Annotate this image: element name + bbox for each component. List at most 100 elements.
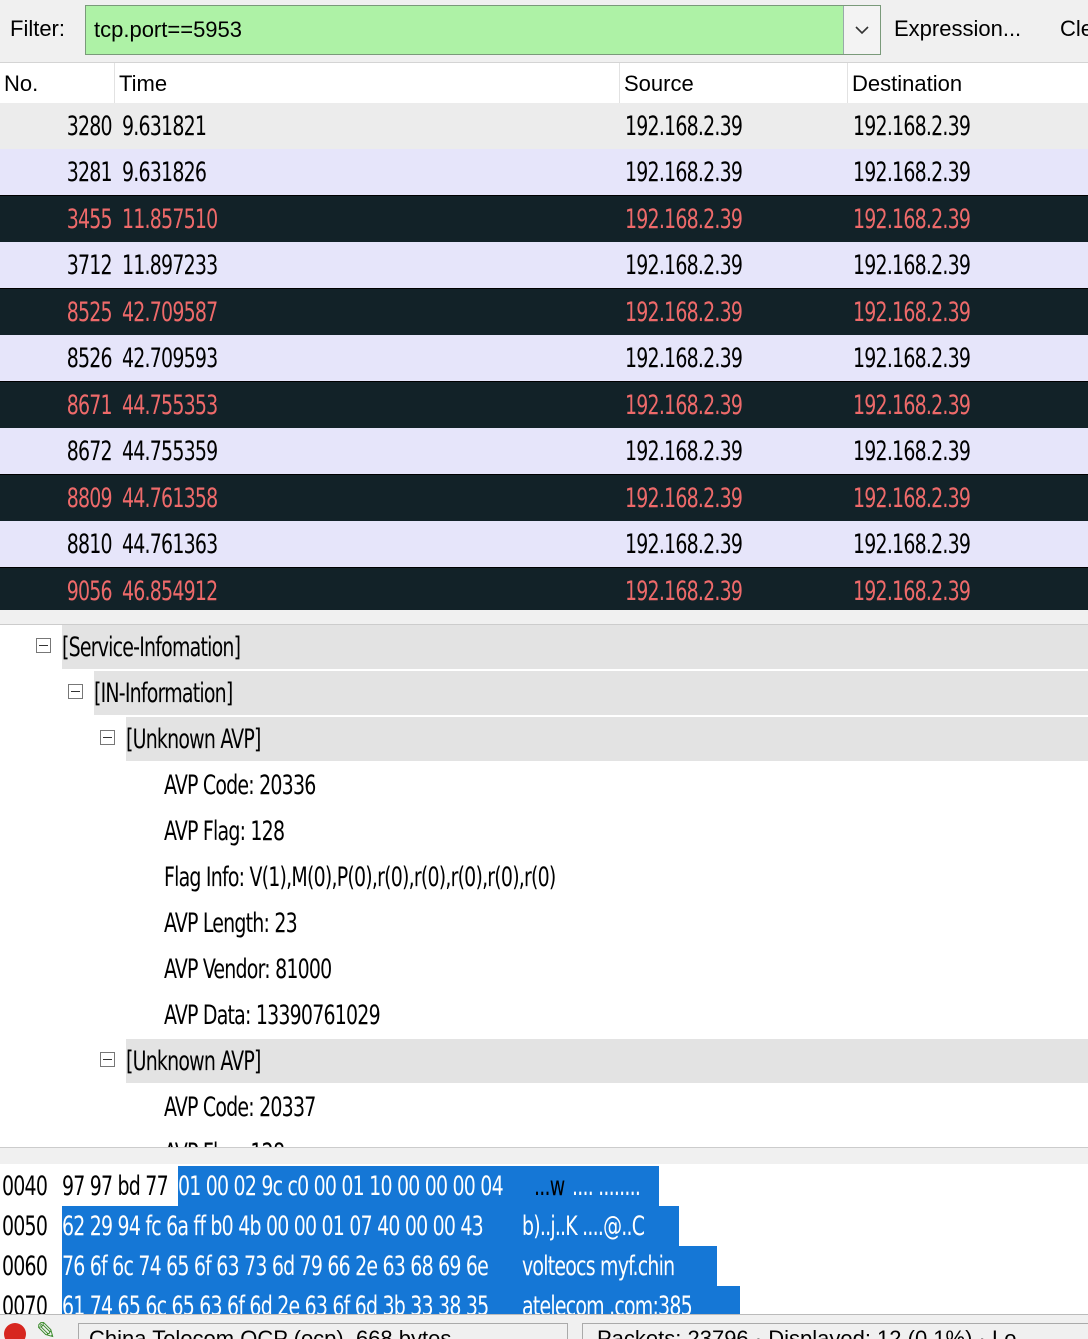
tree-label: [Unknown AVP]	[126, 1039, 1088, 1083]
hex-bytes-selected: 01 00 02 9c c0 00 01 10 00 00 00 04	[178, 1166, 595, 1207]
hex-ascii: ...w	[534, 1171, 565, 1202]
tree-label: Flag Info: V(1),M(0),P(0),r(0),r(0),r(0)…	[164, 862, 556, 893]
pane-splitter[interactable]	[0, 610, 1088, 625]
packet-source: 192.168.2.39	[625, 111, 743, 142]
packet-time: 11.857510	[122, 204, 218, 235]
packet-number: 8525	[66, 297, 113, 328]
packet-row[interactable]: 8671 44.755353 192.168.2.39 192.168.2.39	[0, 381, 1088, 428]
hex-ascii-selected: atelecom .com;385	[522, 1286, 740, 1314]
packet-row[interactable]: 3281 9.631826 192.168.2.39 192.168.2.39	[0, 149, 1088, 195]
packet-source: 192.168.2.39	[625, 483, 743, 514]
status-file-info: China Telecom OCP (ocp), 668 bytes	[78, 1323, 568, 1339]
packet-number: 8809	[66, 483, 113, 514]
chevron-down-icon	[855, 26, 869, 35]
collapse-icon[interactable]	[68, 684, 83, 699]
packet-number: 3712	[66, 250, 113, 281]
hex-ascii-selected: volteocs myf.chin	[522, 1246, 718, 1287]
hex-row[interactable]: 0060 76 6f 6c 74 65 6f 63 73 6d 79 66 2e …	[0, 1246, 1088, 1287]
packet-destination: 192.168.2.39	[853, 483, 971, 514]
tree-field[interactable]: AVP Flag: 128	[0, 1131, 1088, 1147]
clear-button[interactable]: Cle	[1060, 16, 1088, 42]
hex-offset: 0070	[2, 1291, 48, 1314]
packet-row[interactable]: 3712 11.897233 192.168.2.39 192.168.2.39	[0, 242, 1088, 288]
packet-number: 9056	[66, 576, 113, 607]
hex-row[interactable]: 0050 62 29 94 fc 6a ff b0 4b 00 00 01 07 …	[0, 1206, 1088, 1247]
tree-label: [Unknown AVP]	[126, 717, 1088, 761]
hex-offset: 0060	[2, 1251, 48, 1282]
packet-details-tree: [Service-Infomation] [IN-Information] [Unk…	[0, 625, 1088, 1147]
packet-number: 8526	[66, 343, 113, 374]
packet-row[interactable]: 3280 9.631821 192.168.2.39 192.168.2.39	[0, 103, 1088, 149]
packet-destination: 192.168.2.39	[853, 576, 971, 607]
packet-source: 192.168.2.39	[625, 343, 743, 374]
packet-destination: 192.168.2.39	[853, 111, 971, 142]
tree-field[interactable]: AVP Flag: 128	[0, 809, 1088, 853]
packet-time: 9.631826	[122, 157, 207, 188]
packet-source: 192.168.2.39	[625, 436, 743, 467]
packet-time: 44.761363	[122, 529, 218, 560]
tree-field[interactable]: AVP Code: 20337	[0, 1085, 1088, 1129]
column-header-no[interactable]: No.	[0, 63, 115, 103]
hex-row[interactable]: 0040 97 97 bd 77 01 00 02 9c c0 00 01 10 0…	[0, 1166, 1088, 1207]
packet-time: 42.709587	[122, 297, 218, 328]
filter-dropdown-button[interactable]	[843, 6, 880, 54]
expression-button[interactable]: Expression...	[894, 16, 1021, 42]
packet-row[interactable]: 8526 42.709593 192.168.2.39 192.168.2.39	[0, 335, 1088, 381]
tree-field[interactable]: Flag Info: V(1),M(0),P(0),r(0),r(0),r(0)…	[0, 855, 1088, 899]
tree-field[interactable]: AVP Data: 13390761029	[0, 993, 1088, 1037]
packet-source: 192.168.2.39	[625, 250, 743, 281]
packet-row[interactable]: 3455 11.857510 192.168.2.39 192.168.2.39	[0, 195, 1088, 242]
pane-splitter[interactable]	[0, 1147, 1088, 1165]
filter-toolbar: Filter: Expression... Cle	[0, 0, 1088, 63]
collapse-icon[interactable]	[100, 730, 115, 745]
packet-time: 44.755353	[122, 390, 218, 421]
hex-bytes-selected: 62 29 94 fc 6a ff b0 4b 00 00 01 07 40 0…	[62, 1206, 602, 1247]
packet-source: 192.168.2.39	[625, 204, 743, 235]
column-header-destination[interactable]: Destination	[848, 63, 1088, 103]
packet-number: 3281	[66, 157, 113, 188]
packet-source: 192.168.2.39	[625, 297, 743, 328]
packet-time: 11.897233	[122, 250, 218, 281]
packet-destination: 192.168.2.39	[853, 250, 971, 281]
packet-time: 9.631821	[122, 111, 207, 142]
tree-label: AVP Data: 13390761029	[164, 1000, 381, 1031]
tree-label: AVP Flag: 128	[164, 1131, 1088, 1147]
packet-number: 3280	[66, 111, 113, 142]
tree-field[interactable]: AVP Length: 23	[0, 901, 1088, 945]
tree-label: AVP Vendor: 81000	[164, 954, 332, 985]
error-indicator-icon[interactable]	[4, 1323, 26, 1339]
filter-combobox[interactable]	[85, 5, 881, 55]
packet-list: 3280 9.631821 192.168.2.39 192.168.2.39 3281…	[0, 103, 1088, 614]
packet-row[interactable]: 8525 42.709587 192.168.2.39 192.168.2.39	[0, 288, 1088, 335]
collapse-icon[interactable]	[100, 1052, 115, 1067]
packet-destination: 192.168.2.39	[853, 529, 971, 560]
packet-source: 192.168.2.39	[625, 157, 743, 188]
edit-comment-icon[interactable]: ✎	[36, 1317, 56, 1339]
tree-node[interactable]: [Unknown AVP]	[0, 717, 1088, 761]
filter-input[interactable]	[94, 6, 834, 54]
tree-node[interactable]: [Unknown AVP]	[0, 1039, 1088, 1083]
packet-row[interactable]: 8810 44.761363 192.168.2.39 192.168.2.39	[0, 521, 1088, 567]
packet-source: 192.168.2.39	[625, 529, 743, 560]
hex-offset: 0040	[2, 1171, 48, 1202]
column-header-source[interactable]: Source	[620, 63, 848, 103]
packet-number: 8671	[66, 390, 113, 421]
packet-row[interactable]: 8672 44.755359 192.168.2.39 192.168.2.39	[0, 428, 1088, 474]
tree-label: AVP Length: 23	[164, 908, 298, 939]
packet-source: 192.168.2.39	[625, 390, 743, 421]
tree-label: AVP Code: 20336	[164, 770, 316, 801]
tree-field[interactable]: AVP Code: 20336	[0, 763, 1088, 807]
tree-node[interactable]: [Service-Infomation]	[0, 625, 1088, 669]
packet-destination: 192.168.2.39	[853, 343, 971, 374]
packet-destination: 192.168.2.39	[853, 436, 971, 467]
packet-row[interactable]: 9056 46.854912 192.168.2.39 192.168.2.39	[0, 567, 1088, 614]
packet-number: 8672	[66, 436, 113, 467]
tree-label: [Service-Infomation]	[62, 625, 1088, 669]
collapse-icon[interactable]	[36, 638, 51, 653]
column-header-time[interactable]: Time	[115, 63, 620, 103]
packet-row[interactable]: 8809 44.761358 192.168.2.39 192.168.2.39	[0, 474, 1088, 521]
hex-row[interactable]: 0070 61 74 65 6c 65 63 6f 6d 2e 63 6f 6d …	[0, 1286, 1088, 1314]
tree-label: [IN-Information]	[94, 671, 1088, 715]
tree-field[interactable]: AVP Vendor: 81000	[0, 947, 1088, 991]
tree-node[interactable]: [IN-Information]	[0, 671, 1088, 715]
